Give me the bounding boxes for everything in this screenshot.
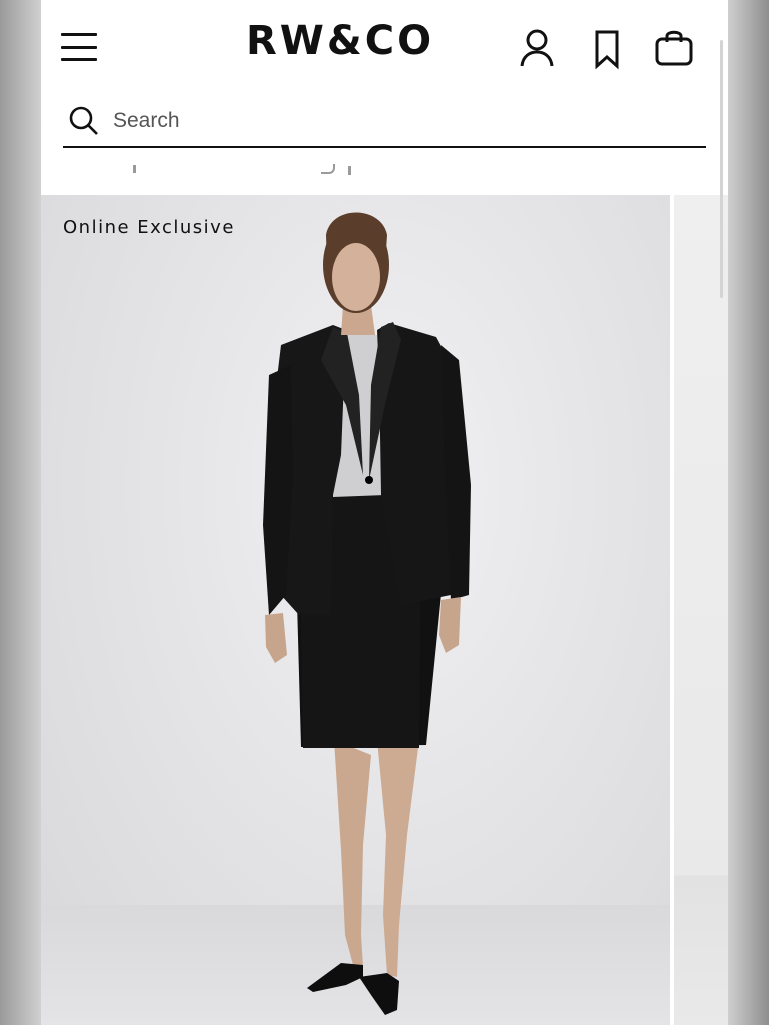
account-icon[interactable] [517, 26, 557, 70]
brand-logo[interactable]: RW&CO [246, 18, 486, 64]
page: RW&CO Search Online Exclusive [41, 0, 728, 1025]
model-in-black-suit-image [263, 212, 471, 1015]
scrollbar[interactable] [720, 40, 723, 298]
search-icon[interactable] [69, 106, 99, 136]
product-image[interactable]: Online Exclusive [41, 195, 670, 1025]
site-header: RW&CO [41, 0, 728, 92]
shopping-bag-icon[interactable] [654, 26, 694, 70]
hamburger-menu-icon[interactable] [61, 30, 101, 64]
search-bar [63, 96, 706, 148]
online-exclusive-badge: Online Exclusive [63, 217, 235, 238]
next-product-image-peek[interactable] [674, 195, 728, 1025]
clipped-text-row [41, 150, 728, 195]
bookmark-icon[interactable] [587, 26, 627, 70]
search-input[interactable] [111, 104, 695, 138]
